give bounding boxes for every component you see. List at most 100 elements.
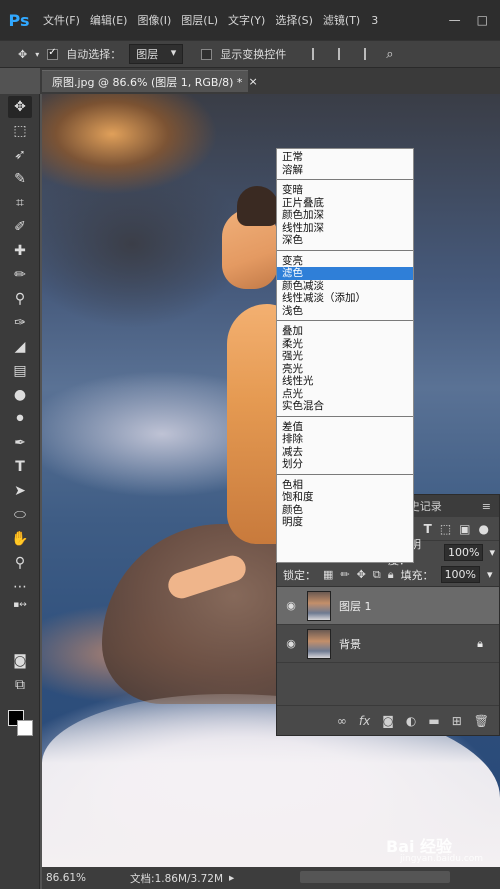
blend-mode-option[interactable]: 溶解 (277, 164, 413, 177)
blend-mode-option[interactable]: 变亮 (277, 255, 413, 268)
move-tool-icon[interactable]: ✥ (8, 96, 32, 118)
blend-mode-option[interactable]: 滤色 (277, 267, 413, 280)
blend-mode-option[interactable]: 差值 (277, 421, 413, 434)
default-colors-icon[interactable]: ▪↔ (8, 594, 32, 616)
document-tab[interactable]: 原图.jpg @ 86.6% (图层 1, RGB/8) * × (42, 70, 258, 92)
layer-name[interactable]: 图层 1 (339, 598, 372, 614)
crop-tool-icon[interactable]: ⌗ (8, 192, 32, 214)
blend-mode-option[interactable]: 亮光 (277, 363, 413, 376)
trash-icon[interactable]: 🗑︎ (474, 714, 489, 728)
blend-mode-option[interactable]: 正片叠底 (277, 197, 413, 210)
align-top-icon[interactable] (312, 48, 322, 60)
history-brush-tool-icon[interactable]: ✑ (8, 312, 32, 334)
panel-menu-icon[interactable]: ≡ (482, 500, 491, 513)
close-tab-icon[interactable]: × (248, 75, 257, 88)
fill-chevron-icon[interactable]: ▾ (487, 568, 493, 581)
folder-icon[interactable]: ▬ (428, 714, 439, 728)
blend-mode-option[interactable]: 浅色 (277, 305, 413, 318)
blend-mode-option[interactable]: 划分 (277, 458, 413, 471)
filter-type-icon[interactable]: T (424, 522, 432, 536)
blend-mode-option[interactable]: 实色混合 (277, 400, 413, 413)
blur-tool-icon[interactable]: ● (8, 384, 32, 406)
fill-input[interactable]: 100% (440, 566, 481, 583)
quick-mask-icon[interactable]: ◙ (8, 650, 32, 672)
menu-layer[interactable]: 图层(L) (176, 12, 223, 28)
blend-mode-option[interactable]: 深色 (277, 234, 413, 247)
layer-row[interactable]: ◉ 背景 🔒︎ (277, 625, 499, 663)
auto-select-checkbox[interactable] (47, 47, 59, 60)
eyedropper-tool-icon[interactable]: ✐ (8, 216, 32, 238)
filter-smart-icon[interactable]: ▣ (459, 522, 470, 536)
blend-mode-option[interactable]: 颜色加深 (277, 209, 413, 222)
gradient-tool-icon[interactable]: ▤ (8, 360, 32, 382)
layer-row[interactable]: ◉ 图层 1 (277, 587, 499, 625)
eraser-tool-icon[interactable]: ◢ (8, 336, 32, 358)
blend-mode-option[interactable]: 减去 (277, 446, 413, 459)
align-bottom-icon[interactable] (364, 48, 374, 60)
brush-tool-icon[interactable]: ✏ (8, 264, 32, 286)
blend-mode-option[interactable]: 叠加 (277, 325, 413, 338)
opacity-chevron-icon[interactable]: ▾ (489, 546, 495, 559)
blend-mode-option[interactable]: 饱和度 (277, 491, 413, 504)
tool-preset-chevron-icon[interactable]: ▾ (35, 50, 39, 59)
screen-mode-icon[interactable]: ⧉ (8, 674, 32, 696)
blend-mode-option[interactable]: 排除 (277, 433, 413, 446)
auto-select-dropdown[interactable]: 图层 ▾ (129, 44, 184, 64)
blend-mode-option[interactable]: 明度 (277, 516, 413, 529)
menu-file[interactable]: 文件(F) (38, 12, 85, 28)
path-select-tool-icon[interactable]: ➤ (8, 480, 32, 502)
blend-mode-option[interactable]: 线性光 (277, 375, 413, 388)
eye-icon[interactable]: ◉ (283, 599, 299, 612)
quick-select-tool-icon[interactable]: ✎ (8, 168, 32, 190)
move-tool-icon[interactable]: ✥ (18, 48, 27, 61)
maximize-button[interactable]: □ (477, 13, 488, 27)
eye-icon[interactable]: ◉ (283, 637, 299, 650)
minimize-button[interactable]: — (449, 13, 461, 27)
stamp-tool-icon[interactable]: ⚲ (8, 288, 32, 310)
lock-all-icon[interactable]: 🔒︎ (388, 568, 394, 582)
show-transform-checkbox[interactable] (201, 48, 213, 60)
blend-mode-option[interactable]: 正常 (277, 151, 413, 164)
blend-mode-option[interactable]: 变暗 (277, 184, 413, 197)
hand-tool-icon[interactable]: ✋ (8, 528, 32, 550)
filter-toggle-icon[interactable]: ● (479, 522, 489, 536)
healing-tool-icon[interactable]: ✚ (8, 240, 32, 262)
marquee-tool-icon[interactable]: ⬚ (8, 120, 32, 142)
lasso-tool-icon[interactable]: ➶ (8, 144, 32, 166)
menu-edit[interactable]: 编辑(E) (85, 12, 133, 28)
align-vcenter-icon[interactable] (338, 48, 348, 60)
status-arrow-icon[interactable]: ▸ (229, 872, 234, 884)
blend-mode-option[interactable]: 色相 (277, 479, 413, 492)
horizontal-scrollbar[interactable] (300, 871, 450, 883)
adjustment-icon[interactable]: ◐ (406, 714, 416, 728)
zoom-tool-icon[interactable]: ⚲ (8, 552, 32, 574)
zoom-level[interactable]: 86.61% (46, 872, 86, 884)
blend-mode-option[interactable]: 颜色减淡 (277, 280, 413, 293)
background-color-swatch[interactable] (17, 720, 33, 736)
pen-tool-icon[interactable]: ✒ (8, 432, 32, 454)
layer-name[interactable]: 背景 (339, 636, 361, 652)
opacity-input[interactable]: 100% (444, 543, 484, 561)
filter-shape-icon[interactable]: ⬚ (440, 522, 451, 536)
menu-image[interactable]: 图像(I) (132, 12, 176, 28)
blend-mode-option[interactable]: 线性加深 (277, 222, 413, 235)
menu-type[interactable]: 文字(Y) (223, 12, 270, 28)
lock-position-icon[interactable]: ✥ (357, 568, 366, 581)
blend-mode-option[interactable]: 点光 (277, 388, 413, 401)
blend-mode-option[interactable]: 柔光 (277, 338, 413, 351)
fx-icon[interactable]: fx (359, 714, 370, 728)
menu-select[interactable]: 选择(S) (270, 12, 318, 28)
menu-filter[interactable]: 滤镜(T) (318, 12, 365, 28)
blend-mode-option[interactable]: 颜色 (277, 504, 413, 517)
blend-mode-option[interactable]: 线性减淡（添加） (277, 292, 413, 305)
mask-icon[interactable]: ◙ (382, 714, 394, 728)
dodge-tool-icon[interactable]: ⚫ (8, 408, 32, 430)
document-info[interactable]: 文档:1.86M/3.72M (130, 871, 223, 886)
lock-pixels-icon[interactable]: ✏ (340, 568, 349, 581)
new-layer-icon[interactable]: ⊞ (452, 714, 462, 728)
menu-overflow[interactable]: 3 (371, 14, 378, 27)
lock-artboard-icon[interactable]: ⧉ (373, 568, 381, 582)
image-canvas[interactable] (42, 94, 500, 867)
search-icon[interactable]: ⌕ (386, 47, 393, 62)
lock-transparent-icon[interactable]: ▦ (323, 568, 333, 581)
